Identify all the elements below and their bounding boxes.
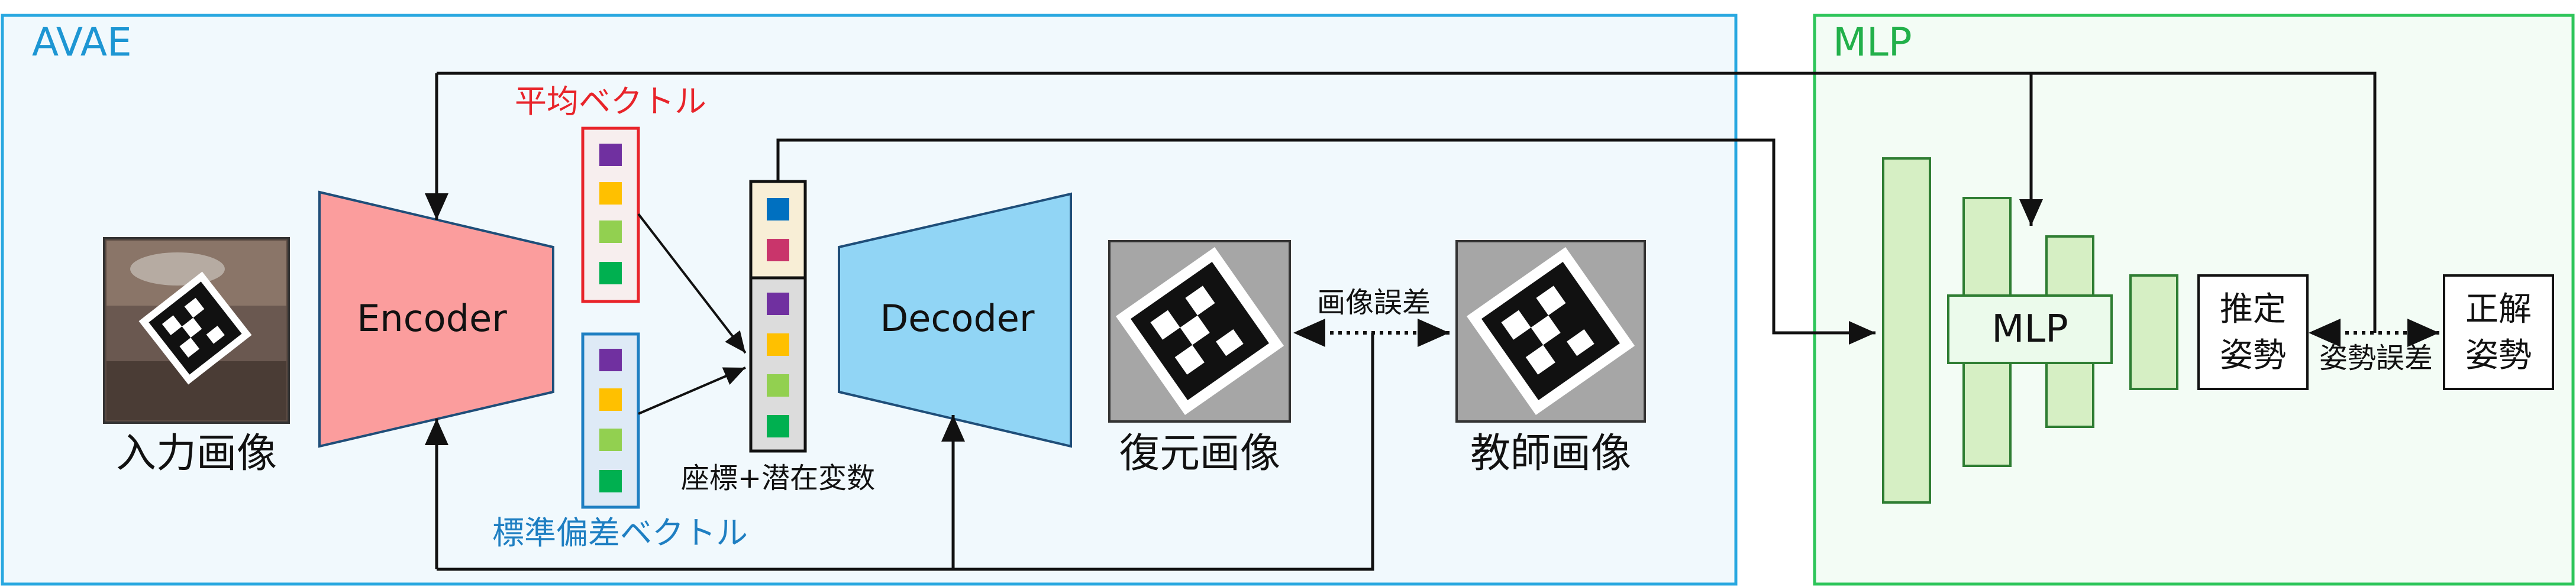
latent-vector: [749, 180, 807, 453]
mlp-layer-1: [1882, 157, 1931, 504]
teacher-image: [1455, 240, 1646, 423]
image-error-label: 画像誤差: [1317, 286, 1431, 319]
latent-cell-2: [767, 333, 789, 356]
latent-cell-1: [767, 293, 789, 315]
std-vector-label: 標準偏差ベクトル: [492, 514, 748, 552]
std-cell-2: [599, 388, 622, 411]
mean-cell-4: [599, 262, 622, 284]
mlp-block-label: MLP: [1991, 307, 2068, 351]
input-image: [103, 237, 290, 424]
encoder-label: Encoder: [357, 297, 507, 340]
std-cell-4: [599, 470, 622, 492]
std-cell-1: [599, 349, 622, 371]
mean-cell-3: [599, 220, 622, 243]
latent-cell-coord-2: [767, 239, 789, 261]
mean-cell-1: [599, 144, 622, 166]
latent-cell-3: [767, 374, 789, 397]
avae-title: AVAE: [32, 20, 132, 65]
latent-cell-4: [767, 415, 789, 437]
std-cell-3: [599, 429, 622, 451]
reconstructed-image-label: 復元画像: [1119, 430, 1280, 477]
latent-cell-coord-1: [767, 198, 789, 220]
decoder-label: Decoder: [880, 297, 1035, 340]
true-pose-label-2: 姿勢: [2465, 336, 2532, 375]
mean-cell-2: [599, 182, 622, 205]
mlp-layer-4: [2129, 274, 2178, 390]
pose-error-label: 姿勢誤差: [2319, 342, 2433, 375]
std-vector: [581, 332, 640, 509]
mlp-title: MLP: [1833, 20, 1912, 65]
reconstructed-image: [1108, 240, 1291, 423]
latent-vector-label: 座標+潜在変数: [681, 462, 875, 495]
teacher-image-label: 教師画像: [1470, 430, 1631, 477]
mean-vector: [581, 127, 640, 303]
input-image-label: 入力画像: [116, 430, 277, 477]
mean-vector-label: 平均ベクトル: [515, 83, 706, 120]
avae-mlp-diagram: AVAE MLP 入力画像 Encoder 平均ベクトル 標準偏差ベクトル 座標…: [1, 14, 2575, 586]
estimated-pose-label-1: 推定: [2220, 290, 2286, 329]
true-pose-label-1: 正解: [2465, 290, 2532, 329]
estimated-pose-label-2: 姿勢: [2220, 336, 2286, 375]
